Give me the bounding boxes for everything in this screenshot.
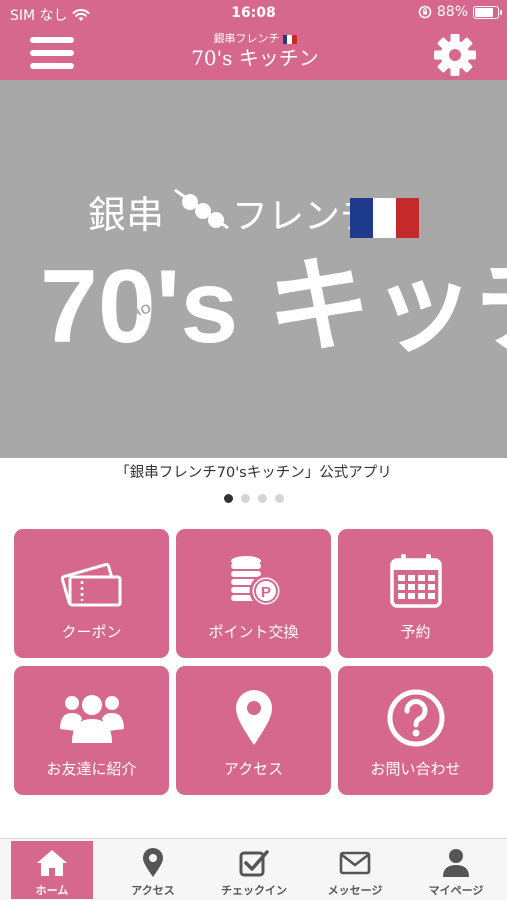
ticket-icon xyxy=(60,562,121,607)
tab-message-label: メッセージ xyxy=(327,884,383,897)
status-bar: SIM なし 16:08 88% xyxy=(0,0,507,26)
inquiry-label: お問い合わせ xyxy=(370,760,461,778)
tab-home[interactable]: ホーム xyxy=(11,841,93,899)
hamburger-menu-icon[interactable] xyxy=(30,37,74,71)
home-icon xyxy=(37,850,67,876)
screen-rotation-lock-icon xyxy=(418,5,432,19)
coins-point-icon: P xyxy=(230,556,282,608)
carousel-dots xyxy=(0,494,507,503)
header-logo-line1: 銀串フレンチ xyxy=(213,32,280,45)
point-exchange-label: ポイント交換 xyxy=(208,623,299,641)
hero-logo-main: 70's キッチン xyxy=(40,249,507,365)
inquiry-button[interactable]: お問い合わせ xyxy=(338,666,493,795)
envelope-icon xyxy=(339,851,371,875)
map-pin-icon xyxy=(143,848,163,877)
tab-home-label: ホーム xyxy=(35,884,69,897)
coupon-button[interactable]: クーポン xyxy=(14,529,169,658)
map-pin-icon xyxy=(235,690,272,745)
coupon-label: クーポン xyxy=(61,623,122,641)
reservation-label: 予約 xyxy=(400,623,431,641)
bottom-tab-bar: ホーム アクセス チェックイン メッセージ マイページ xyxy=(0,838,507,900)
battery-fill xyxy=(475,7,494,17)
carousel-dot-2[interactable] xyxy=(240,494,250,503)
tab-message[interactable]: メッセージ xyxy=(314,841,396,899)
skewer-icon xyxy=(174,188,229,230)
carousel-dot-4[interactable] xyxy=(274,494,284,503)
hero-logo-kanji: 銀串 xyxy=(88,195,164,237)
question-circle-icon xyxy=(387,689,444,747)
reservation-button[interactable]: 予約 xyxy=(338,529,493,658)
checkbox-icon xyxy=(239,850,269,877)
point-exchange-button[interactable]: P ポイント交換 xyxy=(176,529,331,658)
header-logo: 銀串フレンチ 70's キッチン xyxy=(190,32,320,76)
header-logo-line2: 70's キッチン xyxy=(191,46,319,70)
user-icon xyxy=(443,849,469,877)
refer-friend-button[interactable]: お友達に紹介 xyxy=(14,666,169,795)
app-header: 銀串フレンチ 70's キッチン xyxy=(0,26,507,80)
access-button[interactable]: アクセス xyxy=(176,666,331,795)
status-right-group: 88% xyxy=(418,4,502,20)
users-group-icon xyxy=(59,695,124,743)
battery-percent: 88% xyxy=(436,4,468,20)
carousel-dot-1[interactable] xyxy=(223,494,233,503)
france-flag-icon xyxy=(282,34,297,44)
calendar-icon xyxy=(389,554,442,608)
carousel-dot-3[interactable] xyxy=(257,494,267,503)
france-flag-icon xyxy=(350,198,419,238)
gear-icon[interactable] xyxy=(432,32,478,78)
hero-banner[interactable]: 銀串 フレンチ 70's キッチン NAO xyxy=(0,80,507,458)
battery-icon xyxy=(473,5,502,19)
tab-mypage[interactable]: マイページ xyxy=(415,841,497,899)
tab-access-label: アクセス xyxy=(131,884,175,897)
hero-logo-art: 銀串 フレンチ 70's キッチン NAO xyxy=(40,188,507,365)
refer-friend-label: お友達に紹介 xyxy=(46,760,137,778)
access-label: アクセス xyxy=(223,760,284,778)
tab-checkin[interactable]: チェックイン xyxy=(213,841,295,899)
tab-checkin-label: チェックイン xyxy=(221,884,287,897)
app-caption: 「銀串フレンチ70'sキッチン」公式アプリ xyxy=(115,465,392,481)
tab-access[interactable]: アクセス xyxy=(112,841,194,899)
tab-mypage-label: マイページ xyxy=(428,884,484,897)
svg-text:P: P xyxy=(260,584,270,601)
